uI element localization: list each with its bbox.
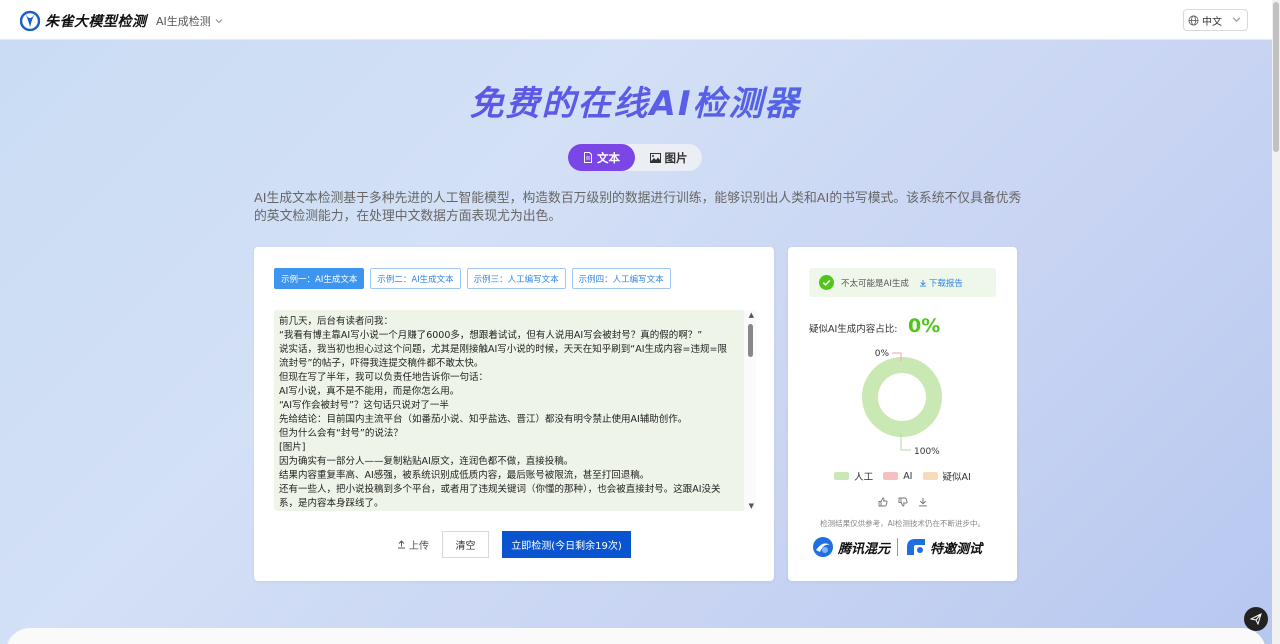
partner-divider xyxy=(897,538,899,556)
legend-label: AI xyxy=(903,470,913,482)
scroll-down-icon[interactable]: ▼ xyxy=(749,502,754,510)
upload-button[interactable]: 上传 xyxy=(397,537,429,552)
language-label: 中文 xyxy=(1202,16,1222,28)
ai-ratio-value: 0% xyxy=(908,315,941,337)
legend-item-suspected-ai[interactable]: 疑似AI xyxy=(922,469,971,483)
upload-label: 上传 xyxy=(409,541,429,552)
result-banner: 不太可能是AI生成 下载报告 xyxy=(809,268,996,297)
page-scrollbar-thumb[interactable] xyxy=(1273,2,1279,152)
example-3-button[interactable]: 示例三：人工编写文本 xyxy=(466,268,566,289)
tab-image[interactable]: 图片 xyxy=(635,144,702,171)
example-1-button[interactable]: 示例一：AI生成文本 xyxy=(274,268,365,289)
example-buttons: 示例一：AI生成文本 示例二：AI生成文本 示例三：人工编写文本 示例四：人工编… xyxy=(274,268,671,289)
legend-item-human[interactable]: 人工 xyxy=(834,469,873,483)
donut-slice-0[interactable] xyxy=(862,357,942,437)
text-line: [图片] xyxy=(279,442,306,453)
logo-text[interactable]: 朱雀大模型检测 xyxy=(45,11,147,31)
text-input-card: 示例一：AI生成文本 示例二：AI生成文本 示例三：人工编写文本 示例四：人工编… xyxy=(254,247,774,581)
thumbs-up-icon[interactable] xyxy=(878,497,888,507)
thumbs-down-icon[interactable] xyxy=(898,497,908,507)
text-line: 说实话，我当初也担心过这个问题，尤其是刚接触AI写小说的时候，天天在知乎刷到“A… xyxy=(279,344,727,369)
example-4-button[interactable]: 示例四：人工编写文本 xyxy=(571,268,671,289)
globe-icon xyxy=(1188,15,1199,25)
tab-image-label: 图片 xyxy=(664,150,688,165)
chevron-down-icon xyxy=(1232,17,1241,22)
upload-icon xyxy=(398,540,405,549)
legend-swatch xyxy=(883,472,899,480)
page-scrollbar[interactable] xyxy=(1272,0,1280,644)
special-test-logo-icon xyxy=(907,539,926,555)
send-icon xyxy=(1250,613,1262,625)
detect-button[interactable]: 立即检测(今日剩余19次) xyxy=(502,531,631,558)
bottom-section-panel xyxy=(6,628,1266,644)
download-icon xyxy=(919,279,926,287)
text-line: “AI写作会被封号”？这句话只说对了一半 xyxy=(279,400,449,411)
clear-button[interactable]: 清空 xyxy=(442,531,489,558)
textarea-scrollbar[interactable]: ▲ ▼ xyxy=(744,310,756,511)
textarea-content[interactable]: 前几天，后台有读者问我： “我看有博主靠AI写小说一个月赚了6000多，想跟着试… xyxy=(274,310,756,511)
result-verdict: 不太可能是AI生成 xyxy=(841,278,909,289)
text-line: 还有一些人，把小说投稿到多个平台，或者用了违规关键词（你懂的那种），也会被直接封… xyxy=(279,484,721,509)
image-icon xyxy=(649,152,661,163)
download-icon[interactable] xyxy=(918,497,928,507)
data-label-human: 100% xyxy=(914,447,940,457)
example-2-button[interactable]: 示例二：AI生成文本 xyxy=(370,268,461,289)
partner-special-test: 特邀测试 xyxy=(930,541,983,557)
legend-swatch xyxy=(834,472,850,480)
download-report-label: 下载报告 xyxy=(928,278,963,289)
text-line: 但现在写了半年，我可以负责任地告诉你一句话： xyxy=(279,372,489,383)
top-navbar: 朱雀大模型检测 AI生成检测 中文 xyxy=(0,0,1272,40)
editor-actions: 上传 清空 立即检测(今日剩余19次) xyxy=(254,531,774,558)
nav-menu-label: AI生成检测 xyxy=(156,15,211,28)
nav-menu-ai-detection[interactable]: AI生成检测 xyxy=(156,13,223,29)
textarea-scrollbar-thumb[interactable] xyxy=(748,324,753,357)
chart-legend: 人工 AI 疑似AI xyxy=(788,469,1017,483)
tab-text-label: 文本 xyxy=(597,150,620,165)
text-line: 结果内容重复率高、AI感强，被系统识别成低质内容，最后账号被限流，甚至打回退稿。 xyxy=(279,470,650,481)
text-line: 前几天，后台有读者问我： xyxy=(279,316,394,327)
result-disclaimer: 检测结果仅供参考，AI检测技术仍在不断进步中。 xyxy=(820,519,985,528)
text-line: 先给结论：目前国内主流平台（如番茄小说、知乎盐选、晋江）都没有明令禁止使用AI辅… xyxy=(279,414,688,425)
mode-tabs: 文本 图片 xyxy=(568,144,702,171)
text-line: 因为确实有一部分人——复制粘贴AI原文，连润色都不做，直接投稿。 xyxy=(279,456,574,467)
scroll-up-icon[interactable]: ▲ xyxy=(749,311,754,319)
detection-textarea[interactable]: 前几天，后台有读者问我： “我看有博主靠AI写小说一个月赚了6000多，想跟着试… xyxy=(274,310,756,511)
legend-label: 疑似AI xyxy=(942,472,971,483)
document-icon xyxy=(584,152,592,163)
feature-description: AI生成文本检测基于多种先进的人工智能模型，构造数百万级别的数据进行训练，能够识… xyxy=(254,191,1022,224)
tab-text[interactable]: 文本 xyxy=(568,144,635,171)
partner-hunyuan: 腾讯混元 xyxy=(838,541,891,557)
legend-item-ai[interactable]: AI xyxy=(883,469,913,483)
text-line: 但为什么会有“封号”的说法？ xyxy=(279,428,403,439)
legend-label: 人工 xyxy=(854,472,874,483)
text-line: AI写小说，真不是不能用，而是你怎么用。 xyxy=(279,386,460,397)
send-feedback-button[interactable] xyxy=(1244,607,1268,631)
result-card: 不太可能是AI生成 下载报告 疑似AI生成内容占比: 0% 0% 100% 人工… xyxy=(788,247,1017,581)
chevron-down-icon xyxy=(215,19,223,24)
legend-swatch xyxy=(922,472,938,480)
page-title: 免费的在线AI检测器 xyxy=(0,76,1270,125)
ai-ratio-label: 疑似AI生成内容占比: xyxy=(809,324,898,335)
logo-icon[interactable] xyxy=(20,9,40,31)
download-report-button[interactable]: 下载报告 xyxy=(919,277,963,289)
partner-logos: 腾讯混元 特邀测试 xyxy=(812,535,997,559)
donut-chart: 0% 100% xyxy=(862,349,942,457)
data-label-ai: 0% xyxy=(875,349,890,359)
feedback-buttons xyxy=(878,497,928,507)
language-select[interactable]: 中文 xyxy=(1183,9,1248,31)
hunyuan-logo-icon xyxy=(813,537,833,557)
check-circle-icon xyxy=(819,275,834,290)
text-line: “我看有博主靠AI写小说一个月赚了6000多，想跟着试试，但有人说用AI写会被封… xyxy=(279,330,703,341)
